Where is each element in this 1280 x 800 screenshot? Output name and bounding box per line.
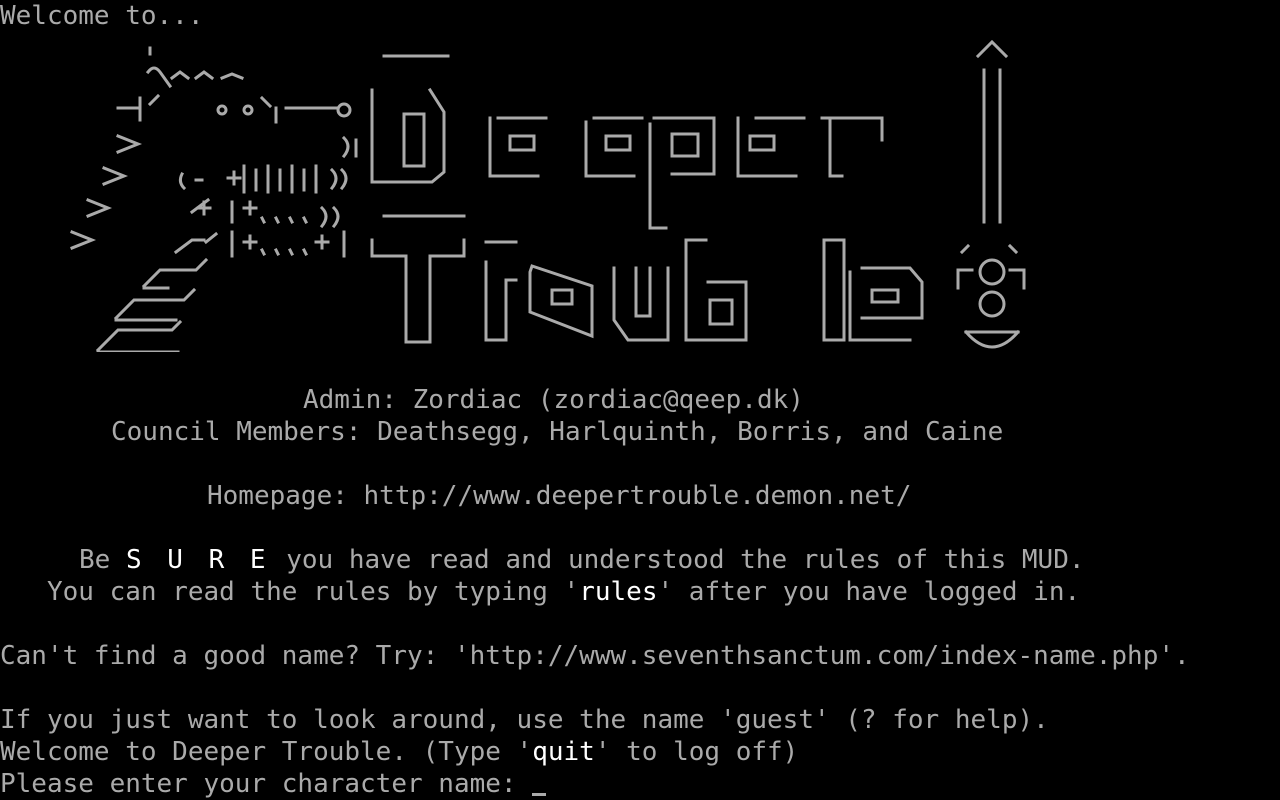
text-cursor[interactable] [532,793,547,796]
welcome-deeper-line: Welcome to Deeper Trouble. (Type 'quit' … [0,736,798,768]
admin-line: Admin: Zordiac (zordiac@qeep.dk) [303,385,804,415]
rules-command: rules [579,577,658,607]
welcome-deeper-prefix: Welcome to Deeper Trouble. (Type ' [0,737,533,767]
sure-emphasis: S U R E [125,545,271,575]
rules-warning-prefix: Be [79,545,126,575]
trouble-title-ascii-art [370,214,924,344]
prompt-text: Please enter your character name: [0,769,533,799]
homepage-line: Homepage: http://www.deepertrouble.demon… [207,481,912,511]
welcome-line: Welcome to... [0,1,204,31]
council-members-line: Council Members: Deathsegg, Harlquinth, … [111,417,1004,447]
rules-hint-prefix: You can read the rules by typing ' [47,577,580,607]
rules-warning-suffix: you have read and understood the rules o… [270,545,1085,575]
welcome-deeper-suffix: ' to log off) [594,737,799,767]
dragon-rider-ascii-art [70,46,358,352]
name-hint-line: Can't find a good name? Try: 'http://www… [0,641,1190,671]
deeper-title-ascii-art [370,54,884,230]
quit-command: quit [532,737,595,767]
terminal-screen[interactable]: Welcome to... Admin: Zordiac (zordiac@qe… [0,0,1280,800]
ascii-art-banner [0,32,1280,352]
rules-hint-line: You can read the rules by typing 'rules'… [47,576,1080,608]
rules-hint-suffix: ' after you have logged in. [657,577,1081,607]
character-name-prompt[interactable]: Please enter your character name: [0,768,547,800]
exclamation-sword-ascii-art [956,39,1026,349]
guest-hint-line: If you just want to look around, use the… [0,705,1049,735]
rules-warning-line: Be S U R E you have read and understood … [79,544,1085,576]
